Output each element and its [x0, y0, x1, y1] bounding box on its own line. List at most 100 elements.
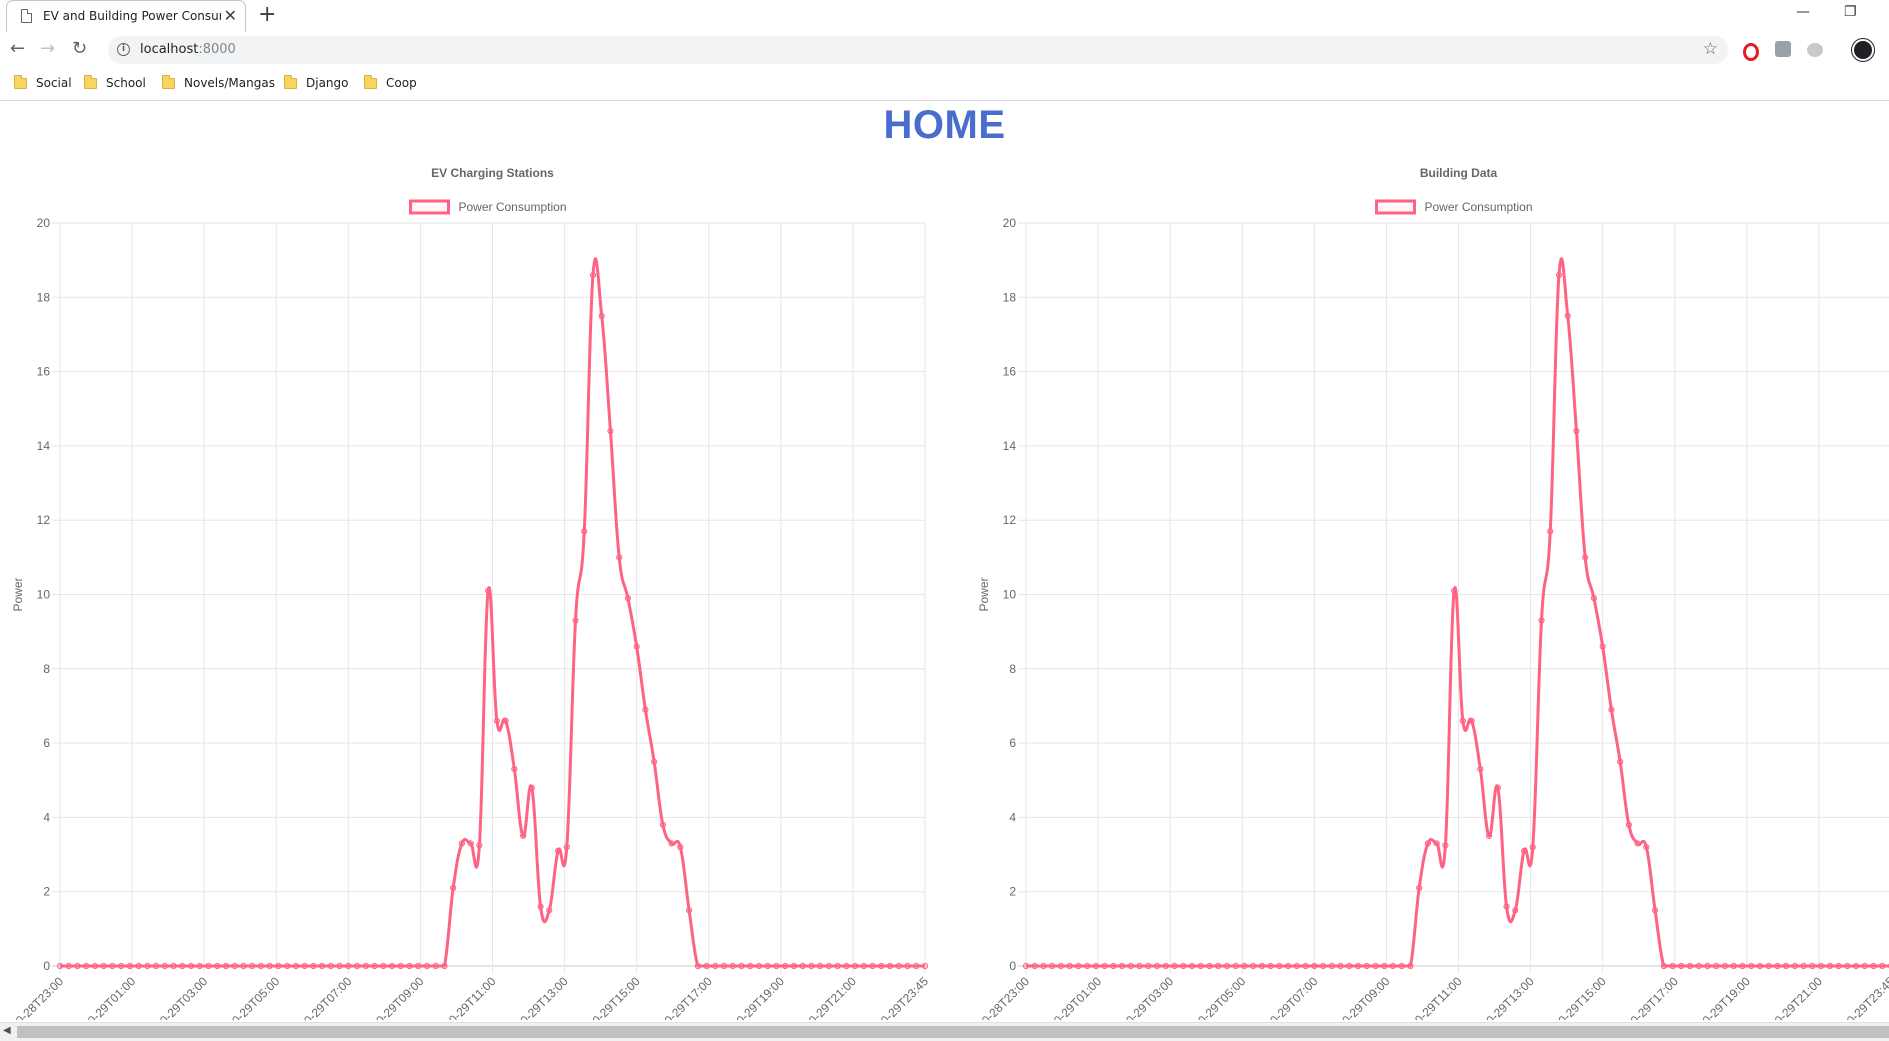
data-point — [214, 962, 221, 970]
data-point — [1197, 962, 1204, 970]
data-point — [1363, 962, 1370, 970]
data-point — [554, 847, 562, 854]
address-bar[interactable]: i localhost:8000 ☆ — [108, 36, 1728, 64]
data-point — [1809, 962, 1816, 970]
data-point — [1599, 643, 1606, 650]
x-tick-label: 0-29T17:00 — [1628, 974, 1682, 1020]
y-tick-label: 20 — [37, 216, 51, 230]
data-point — [1153, 962, 1161, 970]
data-point — [1879, 962, 1886, 970]
back-icon[interactable]: ← — [10, 38, 25, 60]
restore-icon[interactable]: ❐ — [1844, 4, 1857, 20]
discord-extension-icon[interactable] — [1807, 43, 1823, 57]
data-point — [275, 962, 282, 970]
x-tick-label: 0-29T01:00 — [85, 974, 139, 1020]
folder-icon — [84, 75, 97, 89]
browser-tab[interactable]: EV and Building Power Consumption ✕ — [6, 0, 246, 32]
minimize-icon[interactable]: — — [1796, 4, 1810, 20]
x-tick-label: 0-28T23:00 — [979, 974, 1033, 1020]
y-tick-label: 12 — [1003, 513, 1017, 527]
data-point — [1835, 962, 1842, 970]
forward-icon[interactable]: → — [40, 38, 55, 60]
data-point — [1669, 962, 1676, 970]
data-point — [1293, 962, 1300, 970]
data-point — [1634, 840, 1641, 847]
chart-title: Building Data — [1420, 166, 1498, 180]
data-point — [904, 962, 911, 970]
data-point — [1337, 962, 1344, 970]
x-tick-label: 0-29T13:00 — [1483, 974, 1537, 1020]
document-icon — [21, 9, 32, 23]
data-point — [834, 962, 841, 970]
data-point — [764, 962, 771, 970]
x-tick-label: 0-29T13:00 — [517, 974, 571, 1020]
bookmark-social[interactable]: Social — [14, 75, 74, 93]
data-point — [1223, 962, 1231, 970]
data-point — [511, 766, 518, 773]
data-point — [1066, 962, 1073, 970]
data-point — [528, 784, 535, 791]
data-point — [1267, 962, 1274, 970]
data-point — [747, 962, 754, 970]
data-point — [205, 962, 212, 970]
reload-icon[interactable]: ↻ — [72, 38, 87, 60]
new-tab-icon[interactable]: + — [258, 2, 276, 28]
y-tick-label: 10 — [37, 588, 51, 602]
data-point — [83, 962, 90, 970]
horizontal-scrollbar[interactable]: ◀ — [0, 1022, 1889, 1041]
extension-icon[interactable] — [1775, 41, 1791, 57]
data-point — [1861, 962, 1868, 970]
legend-label: Power Consumption — [1424, 200, 1532, 214]
data-point — [817, 962, 824, 970]
data-point — [1084, 962, 1091, 970]
data-point — [1276, 962, 1283, 970]
bookmark-label: Coop — [386, 76, 417, 90]
opera-extension-icon[interactable] — [1743, 43, 1759, 61]
data-point — [118, 962, 125, 970]
data-point — [1319, 962, 1327, 970]
data-point — [1555, 271, 1563, 279]
data-point — [1529, 844, 1536, 851]
bookmark-django[interactable]: Django — [284, 75, 349, 93]
data-point — [860, 962, 867, 970]
page-title: HOME — [883, 103, 1006, 147]
data-point — [1250, 962, 1257, 970]
data-point — [74, 962, 81, 970]
y-axis-label: Power — [11, 577, 25, 611]
bookmark-star-icon[interactable]: ☆ — [1703, 39, 1718, 59]
data-point — [458, 840, 466, 847]
data-point — [563, 844, 570, 851]
data-point — [1608, 706, 1615, 713]
scrollbar-thumb[interactable] — [17, 1026, 1889, 1038]
data-point — [65, 962, 72, 970]
data-point — [825, 962, 832, 970]
data-point — [502, 717, 509, 724]
data-point — [624, 595, 632, 602]
ev-charging-chart: EV Charging Stations Power Consumption 0 2 4… — [0, 160, 960, 1020]
bookmark-coop[interactable]: Coop — [364, 75, 420, 93]
data-point — [1215, 962, 1222, 970]
data-point — [1870, 962, 1877, 970]
scroll-left-icon[interactable]: ◀ — [3, 1025, 11, 1036]
info-icon[interactable]: i — [117, 43, 130, 56]
bookmark-school[interactable]: School — [84, 75, 148, 93]
profile-avatar-icon[interactable] — [1852, 39, 1874, 61]
x-tick-label: 0-29T09:00 — [373, 974, 427, 1020]
close-tab-icon[interactable]: ✕ — [224, 6, 237, 26]
folder-icon — [364, 75, 377, 89]
data-point — [694, 962, 701, 970]
data-point — [170, 962, 177, 970]
bookmark-novels-mangas[interactable]: Novels/Mangas — [162, 75, 275, 93]
data-point — [921, 962, 929, 970]
data-point — [519, 832, 527, 840]
data-point — [266, 962, 273, 970]
data-point — [729, 962, 736, 970]
data-point — [659, 821, 666, 828]
data-point — [1852, 962, 1860, 970]
legend-label: Power Consumption — [458, 200, 566, 214]
data-point — [1258, 962, 1266, 970]
data-point — [91, 962, 99, 970]
data-point — [799, 962, 806, 970]
data-point — [249, 962, 256, 970]
x-tick-label: 0-29T01:00 — [1051, 974, 1105, 1020]
